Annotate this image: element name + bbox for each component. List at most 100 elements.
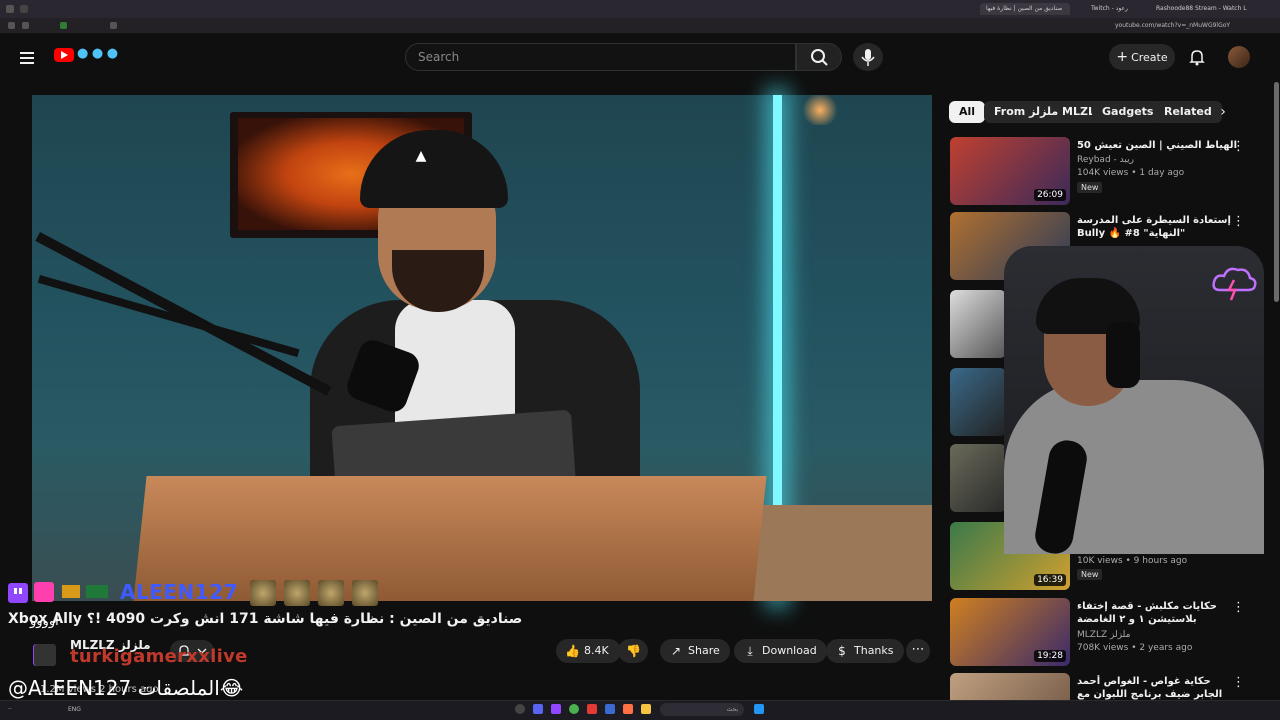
emote-icon bbox=[250, 580, 276, 606]
download-label: Download bbox=[762, 644, 817, 657]
taskbar-search-input[interactable]: بحث bbox=[660, 703, 744, 716]
more-vertical-icon[interactable]: ⋮ bbox=[1232, 214, 1245, 229]
clock-text: ·· bbox=[8, 706, 12, 713]
share-label: Share bbox=[688, 644, 720, 657]
create-button[interactable]: + Create bbox=[1109, 44, 1175, 70]
voice-search-button[interactable] bbox=[853, 43, 883, 71]
share-button[interactable]: ↗ Share bbox=[660, 639, 730, 663]
extension-icon[interactable] bbox=[60, 22, 67, 29]
video-thumbnail[interactable] bbox=[950, 673, 1070, 700]
os-taskbar bbox=[0, 700, 1280, 720]
tab-twitch[interactable]: Twitch - رعود bbox=[1085, 3, 1145, 15]
address-bar[interactable]: youtube.com/watch?v=_nMuWG9lGoY bbox=[0, 18, 1280, 34]
search-input[interactable]: Search bbox=[405, 43, 796, 71]
url-text[interactable]: youtube.com/watch?v=_nMuWG9lGoY bbox=[1115, 22, 1230, 29]
twitch-badge-icon bbox=[8, 583, 28, 603]
recommendation-title[interactable]: إستعادة السيطرة على المدرسة "النهاية" Bu… bbox=[1077, 214, 1237, 242]
download-icon: ⤓ bbox=[747, 644, 753, 658]
recommendation-channel[interactable]: MLZLZ ملزلز bbox=[1077, 630, 1130, 640]
headset-icon bbox=[1106, 322, 1140, 388]
youtube-play-icon bbox=[61, 51, 68, 59]
youtube-doodle[interactable]: ● ● ● bbox=[77, 46, 118, 61]
chrome-icon[interactable] bbox=[569, 704, 579, 714]
windows-start-icon[interactable] bbox=[754, 704, 764, 714]
recommendation-title[interactable]: حكايات مكلبش - قصة إختفاء بلاستيشن ١ و ٢… bbox=[1077, 600, 1237, 628]
video-scene-lamp bbox=[800, 95, 840, 125]
user-avatar[interactable] bbox=[1228, 46, 1250, 68]
tab-youtube[interactable]: صناديق من الصين | نظارة فيها bbox=[980, 3, 1070, 15]
video-title: صناديق من الصين : نظارة فيها شاشة 171 ان… bbox=[8, 611, 523, 627]
more-vertical-icon[interactable]: ⋮ bbox=[1232, 675, 1245, 690]
bookmark-icon[interactable] bbox=[110, 22, 117, 29]
chip-label: From ملزلز MLZLZ bbox=[994, 105, 1103, 118]
more-vertical-icon[interactable]: ⋮ bbox=[1232, 139, 1245, 154]
tab-youtube-label: صناديق من الصين | نظارة فيها bbox=[986, 5, 1063, 12]
plus-icon: + bbox=[1116, 49, 1129, 65]
heart-badge-icon bbox=[34, 582, 54, 602]
create-label: Create bbox=[1131, 51, 1168, 64]
app-icon[interactable] bbox=[605, 704, 615, 714]
chip-all[interactable]: All bbox=[949, 101, 986, 123]
discord-icon[interactable] bbox=[533, 704, 543, 714]
video-thumbnail[interactable]: 26:09 bbox=[950, 137, 1070, 205]
more-actions-button[interactable]: ⋯ bbox=[906, 639, 930, 663]
list-item[interactable]: 26:09 الهياط الصيني | الصين تعيش 2050 💯 … bbox=[950, 137, 1250, 209]
language-indicator[interactable]: ENG bbox=[68, 706, 81, 713]
browser-menu-icon[interactable] bbox=[6, 5, 14, 13]
app-icon[interactable] bbox=[551, 704, 561, 714]
recommendation-title[interactable]: الهياط الصيني | الصين تعيش 2050 💯 bbox=[1077, 139, 1237, 152]
dislike-button[interactable]: 👎 bbox=[618, 639, 648, 663]
browser-tab-bar: صناديق من الصين | نظارة فيها Twitch - رع… bbox=[0, 0, 1280, 18]
thanks-label: Thanks bbox=[854, 644, 894, 657]
chip-label: Related bbox=[1164, 105, 1212, 118]
recommendation-channel[interactable]: Reybad - ريبد bbox=[1077, 155, 1134, 165]
duration-badge: 19:28 bbox=[1034, 650, 1066, 662]
folder-icon[interactable] bbox=[641, 704, 651, 714]
download-button[interactable]: ⤓ Download bbox=[734, 639, 827, 663]
chat-message: أوووو bbox=[30, 614, 59, 629]
cap-logo-icon: ▲ bbox=[415, 148, 427, 164]
new-badge: New bbox=[1077, 569, 1103, 580]
home-icon[interactable] bbox=[22, 22, 29, 29]
list-item[interactable]: 19:28 حكايات مكلبش - قصة إختفاء بلاستيشن… bbox=[950, 598, 1250, 670]
chat-username: ALEEN127 bbox=[120, 580, 239, 604]
scrollbar-thumb[interactable] bbox=[1274, 82, 1279, 302]
firefox-icon[interactable] bbox=[623, 704, 633, 714]
thanks-icon: $ bbox=[838, 644, 846, 658]
emote-icon bbox=[284, 580, 310, 606]
chip-label: Gadgets bbox=[1102, 105, 1154, 118]
search-button[interactable] bbox=[796, 43, 842, 71]
reload-icon[interactable] bbox=[8, 22, 15, 29]
more-vertical-icon[interactable]: ⋮ bbox=[1232, 600, 1245, 615]
menu-icon[interactable] bbox=[20, 49, 34, 67]
tab-stream-label: Rashoode88 Stream - Watch L bbox=[1156, 5, 1247, 12]
new-badge: New bbox=[1077, 182, 1103, 193]
recommendation-meta: 104K views • 1 day ago bbox=[1077, 168, 1185, 178]
mic-icon bbox=[861, 49, 875, 66]
video-thumbnail[interactable] bbox=[950, 368, 1006, 436]
share-icon: ↗ bbox=[670, 644, 682, 658]
chat-username: turkigamerxxlive bbox=[70, 646, 248, 667]
browser-back-icon[interactable] bbox=[20, 5, 28, 13]
video-thumbnail[interactable] bbox=[950, 444, 1006, 512]
search-icon bbox=[811, 49, 828, 66]
like-button[interactable]: 👍 8.4K bbox=[556, 639, 621, 663]
brave-icon[interactable] bbox=[587, 704, 597, 714]
duration-badge: 26:09 bbox=[1034, 189, 1066, 201]
list-item[interactable]: حكاية غواص - الغواص أحمد الجابر ضيف برنا… bbox=[950, 673, 1250, 700]
tab-twitch-label: Twitch - رعود bbox=[1091, 5, 1128, 12]
recommendation-title[interactable]: حكاية غواص - الغواص أحمد الجابر ضيف برنا… bbox=[1077, 675, 1237, 700]
video-thumbnail[interactable] bbox=[950, 290, 1006, 358]
chip-label: All bbox=[959, 105, 976, 118]
notifications-bell-icon[interactable] bbox=[1188, 48, 1206, 66]
more-icon: ⋯ bbox=[911, 642, 925, 657]
badge-icon bbox=[62, 585, 80, 598]
taskbar-app-icon[interactable] bbox=[515, 704, 525, 714]
like-count: 8.4K bbox=[584, 644, 609, 657]
chip-gadgets[interactable]: Gadgets bbox=[1092, 101, 1164, 123]
video-thumbnail[interactable]: 19:28 bbox=[950, 598, 1070, 666]
tab-stream[interactable]: Rashoode88 Stream - Watch L bbox=[1150, 3, 1250, 15]
chevron-right-icon[interactable]: › bbox=[1212, 101, 1234, 123]
thanks-button[interactable]: $ Thanks bbox=[826, 639, 904, 663]
flag-icon bbox=[86, 585, 108, 598]
